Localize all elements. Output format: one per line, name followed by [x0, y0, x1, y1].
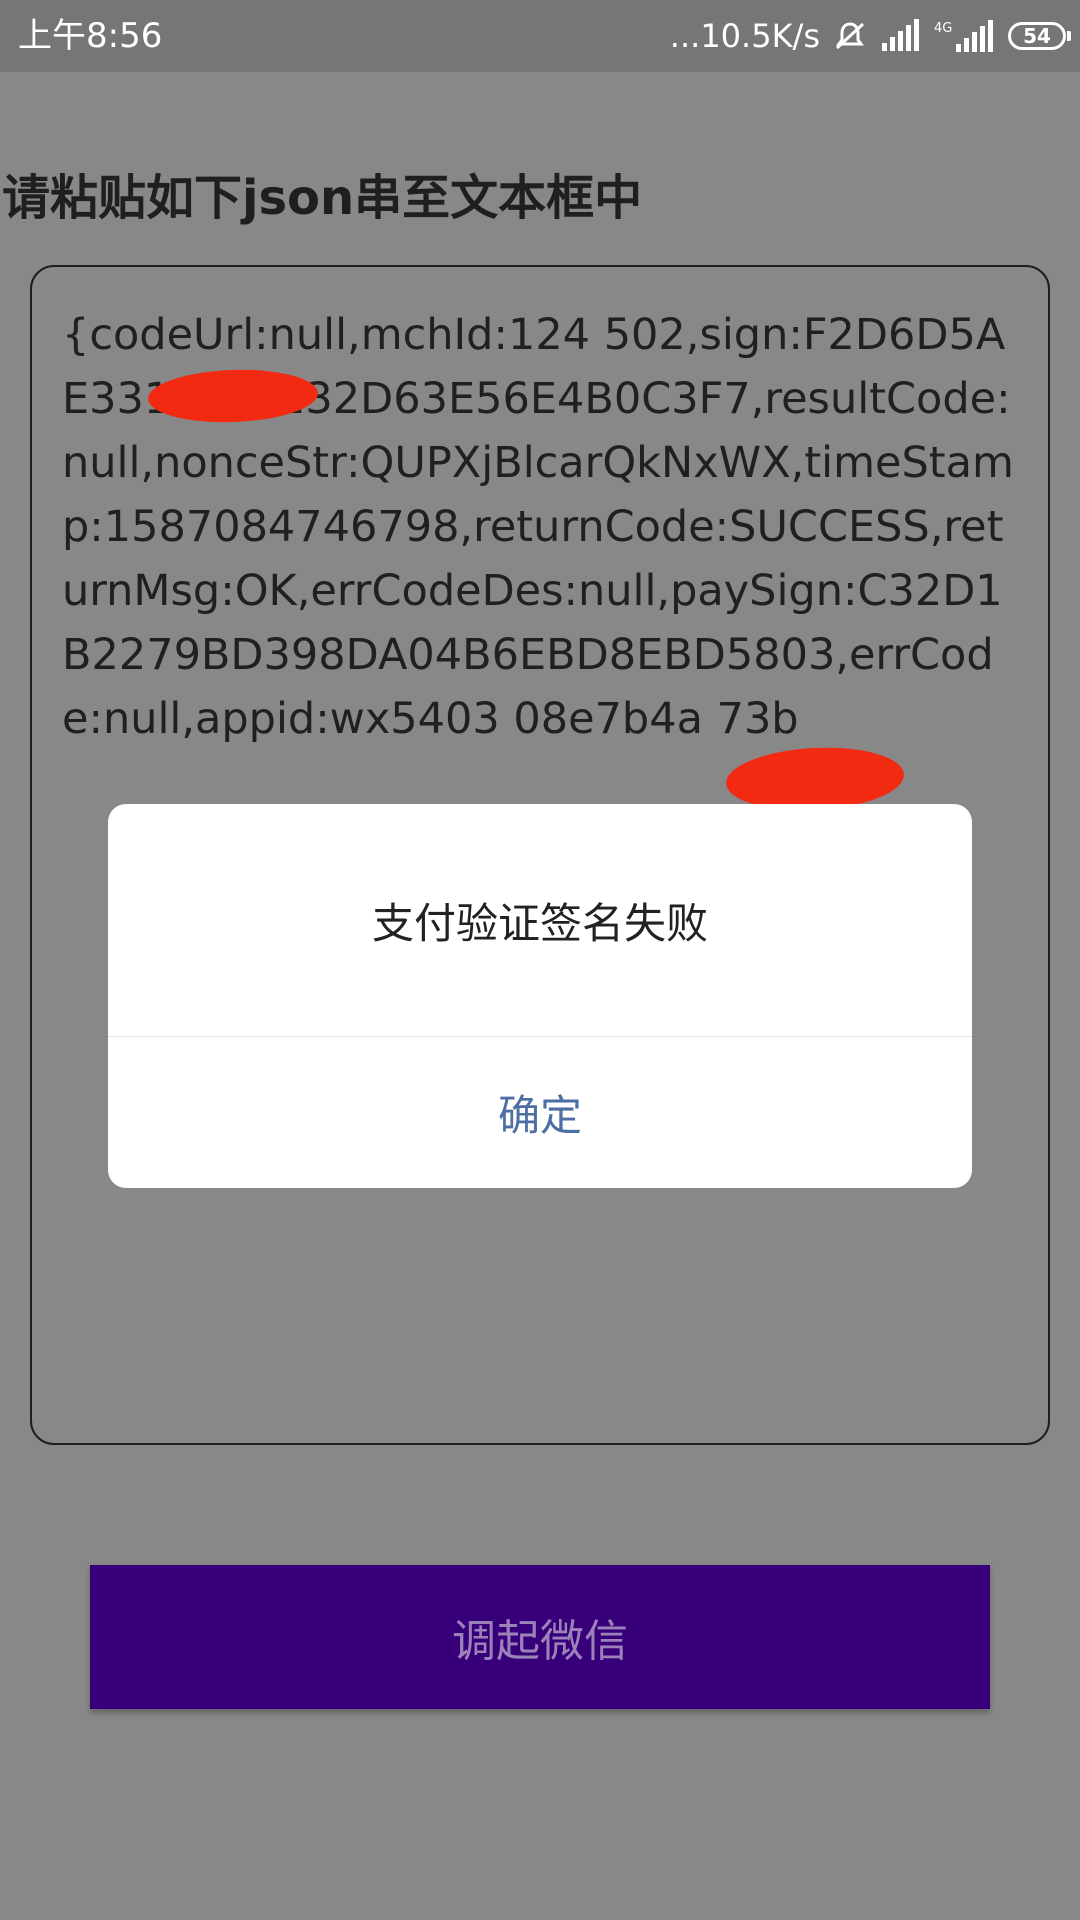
status-time: 上午8:56	[18, 16, 163, 56]
status-bar: 上午8:56 ...10.5K/s 4G 54	[0, 0, 1080, 72]
signal-icon	[880, 19, 922, 53]
battery-icon: 54	[1008, 22, 1071, 50]
network-type-label: 4G	[934, 21, 952, 36]
dialog-message: 支付验证签名失败	[371, 898, 708, 948]
battery-level: 54	[1023, 24, 1051, 48]
mute-icon	[832, 18, 868, 54]
alert-dialog: 支付验证签名失败 确定	[108, 804, 972, 1188]
network-speed: ...10.5K/s	[669, 17, 820, 55]
launch-wechat-button[interactable]: 调起微信	[90, 1565, 990, 1709]
status-icons: ...10.5K/s 4G 54	[669, 14, 1071, 58]
page-title: 请粘贴如下json串至文本框中	[2, 170, 643, 226]
signal-4g-icon: 4G	[934, 18, 996, 54]
confirm-button[interactable]: 确定	[108, 1037, 972, 1188]
